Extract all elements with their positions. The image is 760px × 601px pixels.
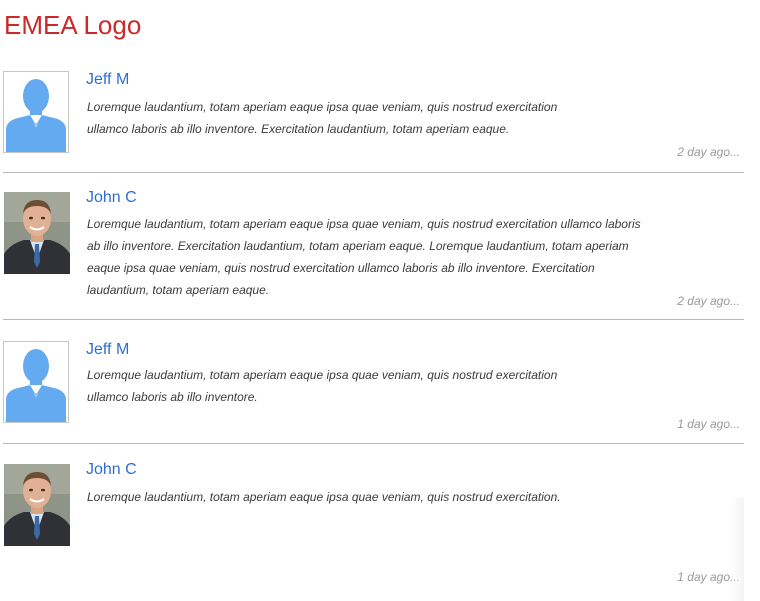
- post-divider: [3, 319, 744, 320]
- scroll-fade: [730, 498, 744, 601]
- author-name[interactable]: John C: [86, 460, 137, 480]
- feed-page: EMEA Logo Jeff M Loremque laudantium, to…: [0, 0, 760, 601]
- post-timestamp: 2 day ago...: [677, 145, 740, 159]
- post-timestamp: 2 day ago...: [677, 294, 740, 308]
- post-item: Jeff M Loremque laudantium, totam aperia…: [0, 70, 744, 173]
- avatar-photo[interactable]: [4, 464, 70, 546]
- post-text: Loremque laudantium, totam aperiam eaque…: [87, 100, 558, 136]
- author-name[interactable]: Jeff M: [86, 340, 129, 360]
- post-text: Loremque laudantium, totam aperiam eaque…: [87, 217, 641, 297]
- post-item: John C Loremque laudantium, totam aperia…: [0, 188, 744, 320]
- post-divider: [3, 172, 744, 173]
- post-item: John C Loremque laudantium, totam aperia…: [0, 460, 744, 601]
- avatar-photo[interactable]: [4, 192, 70, 274]
- post-text: Loremque laudantium, totam aperiam eaque…: [87, 490, 561, 504]
- logo[interactable]: EMEA Logo: [4, 8, 141, 42]
- author-name[interactable]: John C: [86, 188, 137, 208]
- avatar-placeholder-icon[interactable]: [3, 341, 69, 423]
- post-text: Loremque laudantium, totam aperiam eaque…: [87, 368, 558, 404]
- post-timestamp: 1 day ago...: [677, 417, 740, 431]
- author-name[interactable]: Jeff M: [86, 70, 129, 90]
- post-divider: [3, 443, 744, 444]
- avatar-placeholder-icon[interactable]: [3, 71, 69, 153]
- post-item: Jeff M Loremque laudantium, totam aperia…: [0, 340, 744, 445]
